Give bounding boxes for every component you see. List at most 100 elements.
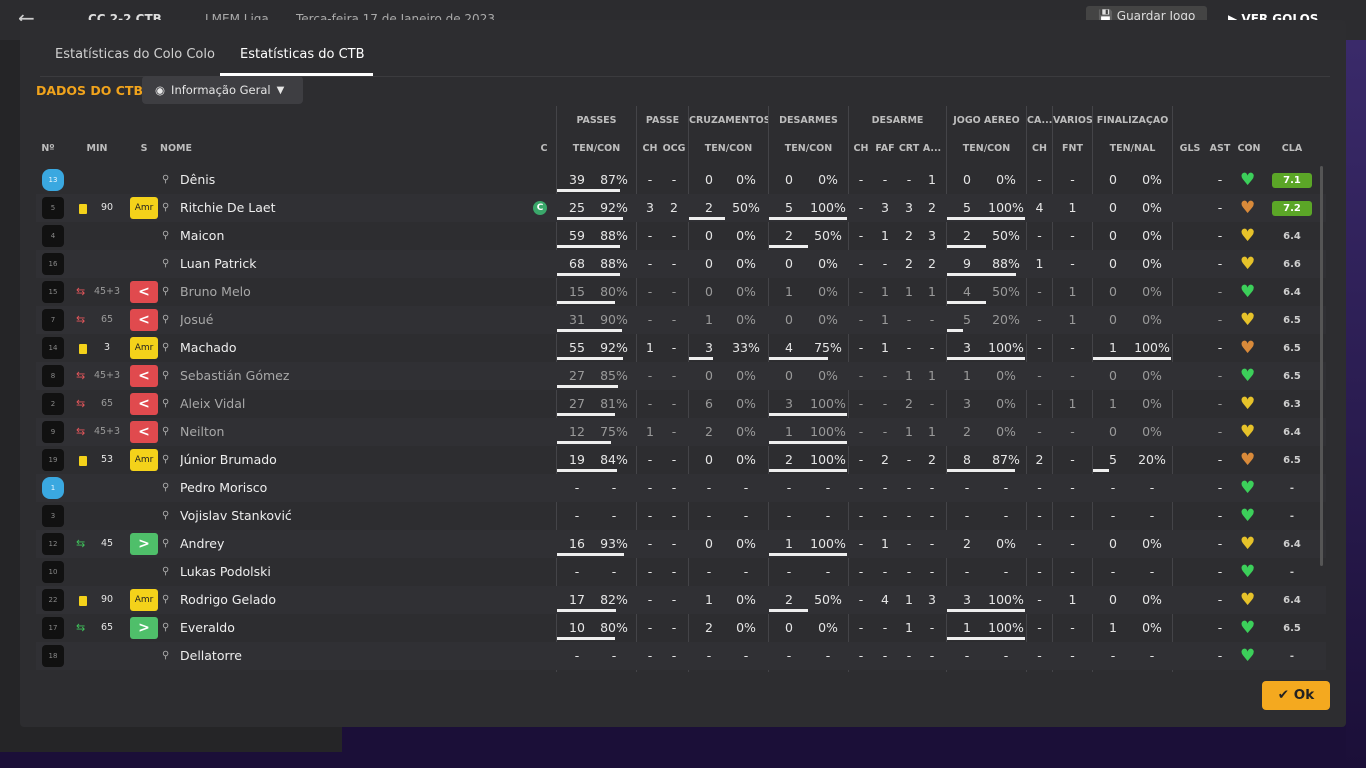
- crosses-bar: [689, 217, 725, 220]
- column-header-c[interactable]: C: [534, 143, 554, 154]
- column-header-ast[interactable]: AST: [1206, 143, 1234, 154]
- assists: -: [1217, 200, 1223, 215]
- heart-icon: ♥: [1240, 646, 1256, 666]
- tackle-ch: -: [858, 312, 864, 327]
- column-header-fnt[interactable]: FNT: [1053, 143, 1092, 154]
- headset-icon: ⚲: [162, 398, 170, 409]
- aerial-bar: [947, 329, 963, 332]
- table-row[interactable]: 4 ⚲ Maicon 59 88% - -0 0% 2 50% -1 2 3 2 50% - -0 0% - ♥ 6.4: [36, 222, 1326, 250]
- rating-badge: 7.2: [1272, 201, 1312, 216]
- column-header-fin[interactable]: TEN/NAL: [1093, 143, 1172, 154]
- tackles-pct: 0%: [818, 256, 838, 271]
- table-row[interactable]: 9 ⇆ 45+3 < ⚲ Neilton 12 75% 1-2 0% 1 100% - -1 1 2 0% - -0…: [36, 418, 1326, 446]
- tackle-crt: -: [906, 452, 912, 467]
- assists: -: [1217, 648, 1223, 663]
- column-header-dch[interactable]: CH: [849, 143, 873, 154]
- shirt-number: 9: [42, 421, 64, 443]
- column-header-aereo[interactable]: TEN/CON: [947, 143, 1026, 154]
- column-header-dcrt[interactable]: CRT: [897, 143, 921, 154]
- column-header-num[interactable]: Nº: [36, 143, 60, 154]
- column-header-gls[interactable]: GLS: [1176, 143, 1204, 154]
- column-header-passes[interactable]: TEN/CON: [557, 143, 636, 154]
- heart-icon: ♥: [1240, 478, 1256, 498]
- tackle-a: -: [929, 340, 935, 355]
- table-row[interactable]: 7 ⇆ 65 < ⚲ Josué 31 90% - -1 0% 0 0% -1- -5 20% -1 0 0% - ♥ 6…: [36, 306, 1326, 334]
- group-header-desarme[interactable]: DESARME: [849, 115, 946, 126]
- column-header-min[interactable]: MIN: [86, 143, 108, 154]
- shirt-number: 1: [42, 477, 64, 499]
- group-header-cruz[interactable]: CRUZAMENTOS: [689, 115, 768, 126]
- table-row[interactable]: 22 90 Amr ⚲ Rodrigo Gelado 17 82% - -1 0% 2 50% -4 1 3…: [36, 586, 1326, 614]
- column-header-pch[interactable]: CH: [638, 143, 662, 154]
- column-header-cla[interactable]: CLA: [1272, 143, 1312, 154]
- tackles-pct: 0%: [818, 312, 838, 327]
- goals: [1176, 306, 1204, 334]
- heart-icon: ♥: [1240, 198, 1256, 218]
- group-header-ca[interactable]: CA...: [1027, 115, 1052, 126]
- tackle-ch: -: [858, 172, 864, 187]
- heart-icon: ♥: [1240, 282, 1256, 302]
- player-name-link: Everaldo: [180, 620, 235, 635]
- pass-ch: -: [647, 536, 653, 551]
- tab-ctb-stats[interactable]: Estatísticas do CTB: [240, 47, 365, 62]
- tab-colo-colo-stats[interactable]: Estatísticas do Colo Colo: [55, 47, 215, 62]
- goals: [1176, 614, 1204, 642]
- table-row[interactable]: 8 ⇆ 45+3 < ⚲ Sebastián Gómez 27 85% - -0 0% 0 0% - -1 1…: [36, 362, 1326, 390]
- crosses-pct: 0%: [736, 256, 756, 271]
- tackle-a: 3: [928, 228, 936, 243]
- tackle-faf: 1: [881, 536, 889, 551]
- table-row[interactable]: 17 ⇆ 65 > ⚲ Everaldo 10 80% - -2 0% 0 0% - -1-1 100% - -1…: [36, 614, 1326, 642]
- shots-pct: 0%: [1142, 368, 1162, 383]
- group-header-passes[interactable]: PASSES: [557, 115, 636, 126]
- minute-value: [92, 558, 122, 586]
- tackle-ch: -: [858, 256, 864, 271]
- group-header-varios[interactable]: VÁRIOS: [1053, 115, 1092, 126]
- crosses-pct: 0%: [736, 284, 756, 299]
- aerial-pct: -: [1003, 564, 1009, 579]
- column-header-dfaf[interactable]: FAF: [873, 143, 897, 154]
- passes-attempted: -: [574, 564, 580, 579]
- table-row[interactable]: 12 ⇆ 45 > ⚲ Andrey 16 93% - -0 0% 1 100% -1- -2 0% - -0 0%…: [36, 530, 1326, 558]
- passes-bar: [557, 357, 623, 360]
- aerial-attempted: 2: [963, 424, 971, 439]
- goals: [1176, 250, 1204, 278]
- assists: -: [1217, 312, 1223, 327]
- column-header-cruz[interactable]: TEN/CON: [689, 143, 768, 154]
- table-row[interactable]: 5 90 Amr ⚲ Ritchie De Laet C 25 92% 3 2 2 50% 5 100% -…: [36, 194, 1326, 222]
- table-row[interactable]: 3 ⚲ Vojislav Stanković - - - - - - - - - - - - - - - - - - - ♥…: [36, 502, 1326, 530]
- shots-pct: 20%: [1138, 452, 1166, 467]
- pass-ocg: -: [671, 228, 677, 243]
- table-row[interactable]: 16 ⚲ Luan Patrick 68 88% - -0 0% 0 0% - -2 2 9 88% 1-0 0…: [36, 250, 1326, 278]
- table-row[interactable]: 13 ⚲ Dênis 39 87% - -0 0% 0 0% - - -1 0 0% - -0 0% - ♥ 7.1: [36, 166, 1326, 194]
- group-header-final[interactable]: FINALIZAÇÃO: [1093, 115, 1172, 126]
- column-header-name[interactable]: NOME: [160, 143, 250, 154]
- column-header-s[interactable]: S: [130, 143, 158, 154]
- table-row[interactable]: 15 ⇆ 45+3 < ⚲ Bruno Melo 15 80% - -0 0% 1 0% -1 1 1 4 50%…: [36, 278, 1326, 306]
- table-row[interactable]: 1 ⚲ Pedro Morisco - - - - - - - - - - - - - - - - - - - ♥ -: [36, 474, 1326, 502]
- tackle-a: -: [929, 396, 935, 411]
- headset-icon: ⚲: [162, 538, 170, 549]
- column-header-cach[interactable]: CH: [1027, 143, 1052, 154]
- column-header-des[interactable]: TEN/CON: [769, 143, 848, 154]
- table-row[interactable]: 10 ⚲ Lukas Podolski - - - - - - - - - - - - - - - - - - - ♥ -: [36, 558, 1326, 586]
- group-header-desarmes[interactable]: DESARMES: [769, 115, 848, 126]
- shots-pct: -: [1149, 564, 1155, 579]
- table-row[interactable]: 14 3 Amr ⚲ Machado 55 92% 1-3 33% 4 75% -1- -3 100% - -…: [36, 334, 1326, 362]
- scrollbar[interactable]: [1320, 166, 1323, 566]
- ok-button[interactable]: ✔ Ok: [1262, 681, 1330, 710]
- player-name-link: Lukas Podolski: [180, 564, 271, 579]
- crosses-pct: 0%: [736, 368, 756, 383]
- table-row[interactable]: 19 53 Amr ⚲ Júnior Brumado 19 84% - -0 0% 2 100% -2-…: [36, 446, 1326, 474]
- column-header-pocg[interactable]: OCG: [662, 143, 686, 154]
- tackles-bar: [769, 413, 847, 416]
- goals: [1176, 558, 1204, 586]
- column-header-da[interactable]: A...: [921, 143, 943, 154]
- table-row[interactable]: 18 ⚲ Dellatorre - - - - - - - - - - - - - - - - - - - ♥ -: [36, 642, 1326, 670]
- table-row[interactable]: 2 ⇆ 65 < ⚲ Aleix Vidal 27 81% - -6 0% 3 100% - -2-3 0% -…: [36, 390, 1326, 418]
- view-dropdown[interactable]: ◉ Informação Geral ▼: [142, 76, 303, 104]
- column-header-con[interactable]: CON: [1234, 143, 1264, 154]
- group-header-aereo[interactable]: JOGO AÉREO: [947, 115, 1026, 126]
- misc-fnt: -: [1070, 648, 1075, 663]
- group-header-passe[interactable]: PASSE: [637, 115, 688, 126]
- tackles-attempted: 0: [785, 312, 793, 327]
